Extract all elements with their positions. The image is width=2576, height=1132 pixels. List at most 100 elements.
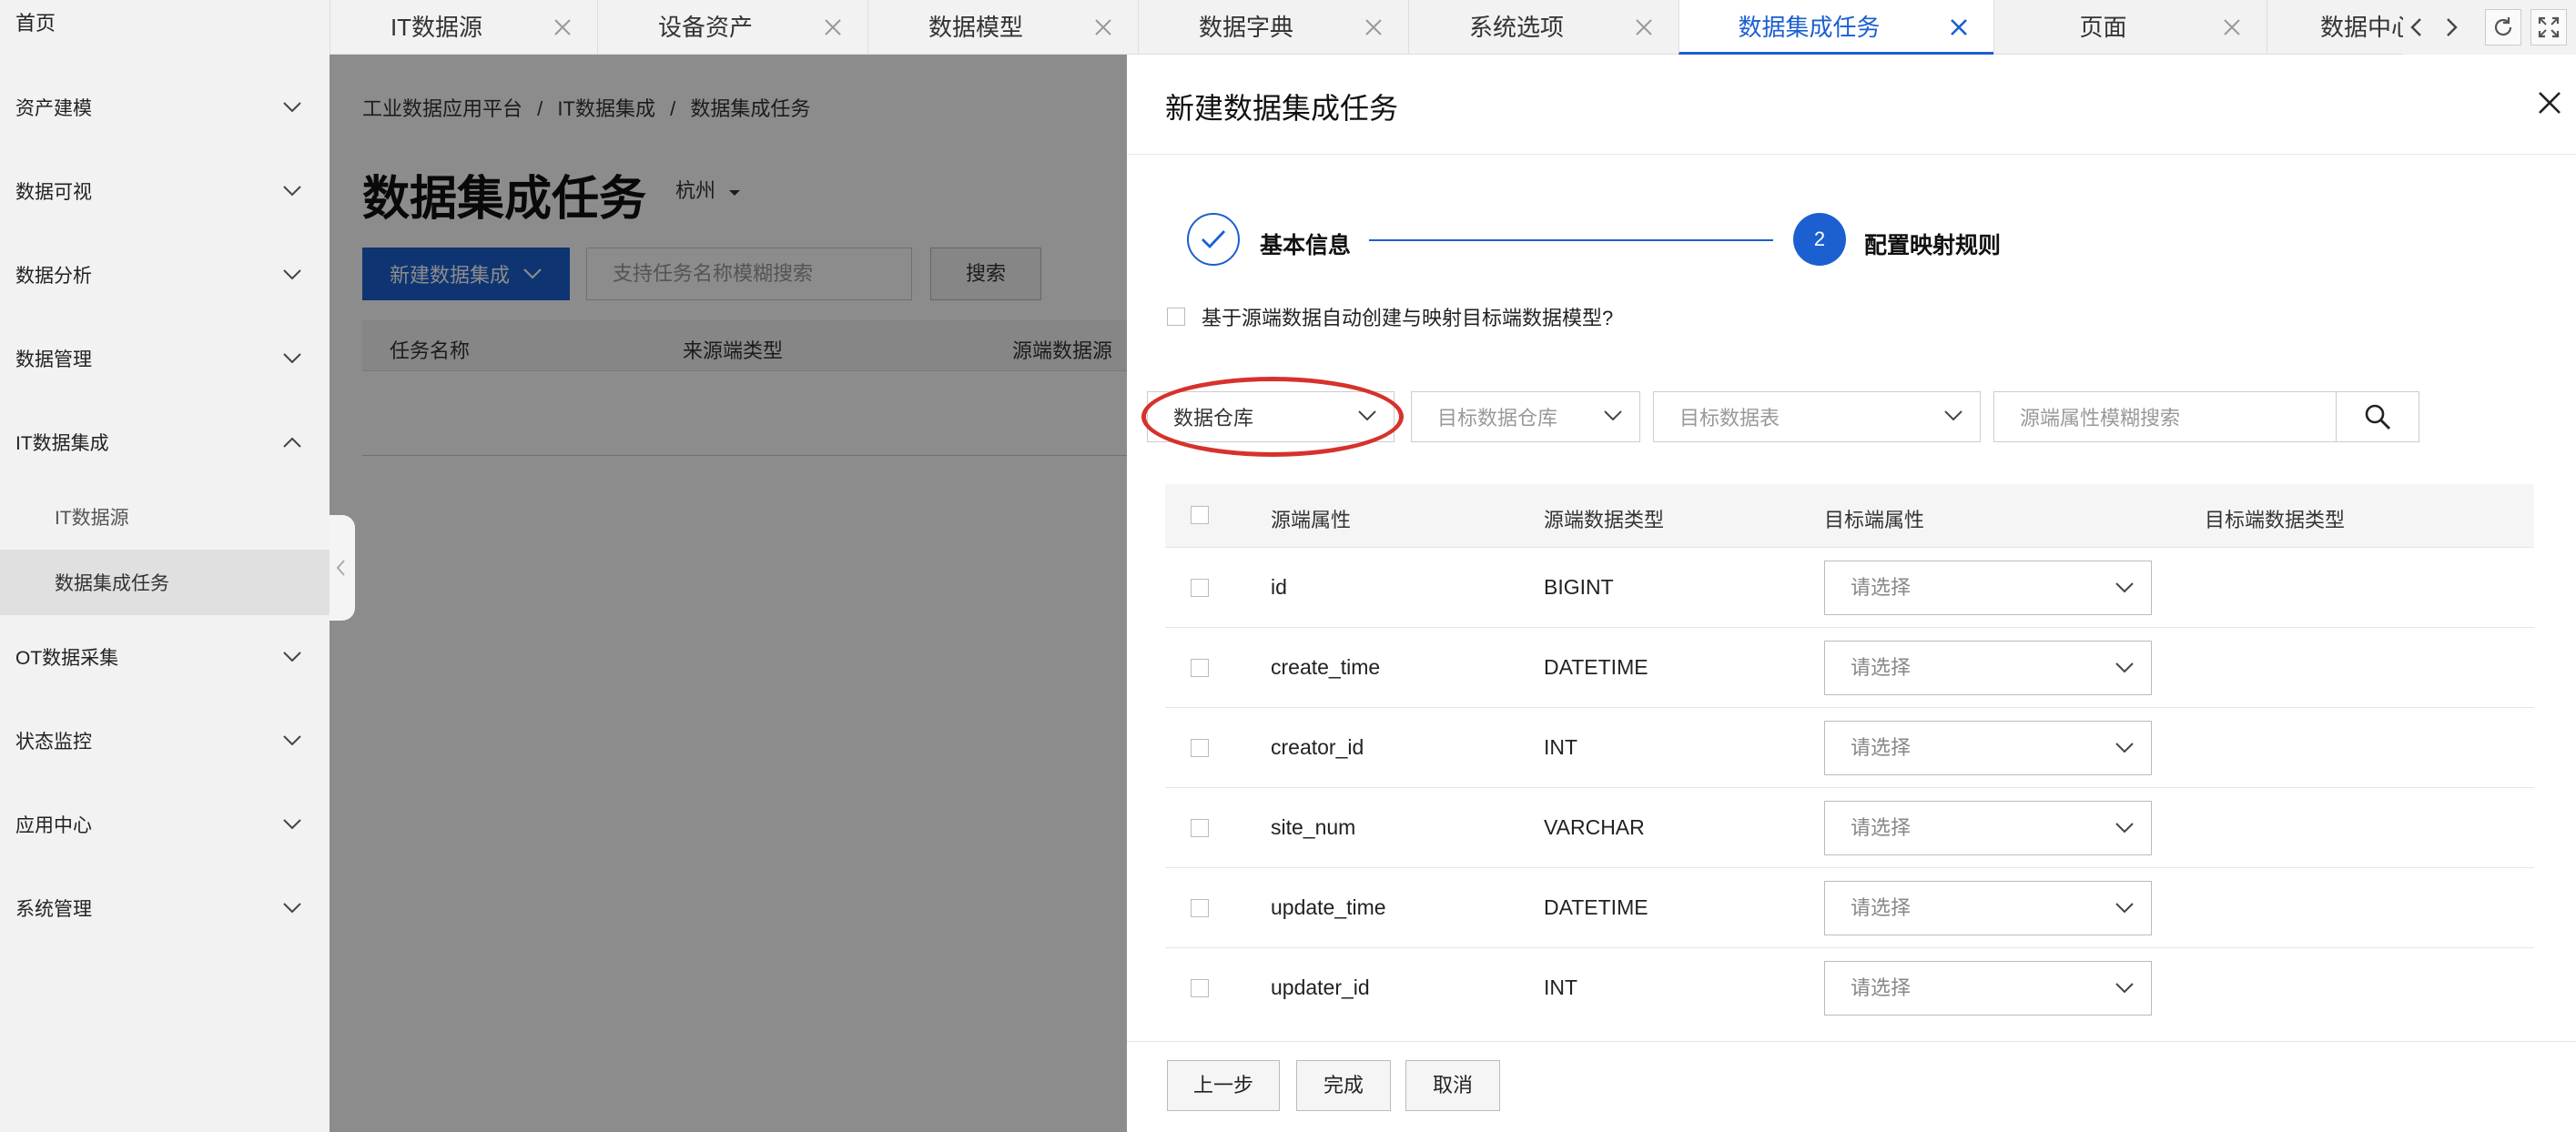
prev-step-button[interactable]: 上一步 — [1167, 1060, 1280, 1111]
close-icon[interactable] — [1950, 18, 1968, 36]
chevron-down-icon — [283, 186, 301, 197]
source-attr: id — [1271, 575, 1287, 599]
auto-create-label: 基于源端数据自动创建与映射目标端数据模型? — [1202, 307, 1614, 329]
target-attr-select[interactable]: 请选择 — [1824, 881, 2152, 935]
sidebar-item-label: 资产建模 — [15, 98, 92, 119]
tab-label: 系统选项 — [1468, 14, 1564, 41]
modal-overlay[interactable] — [330, 55, 1127, 1132]
table-row: updater_id INT 请选择 — [1165, 948, 2534, 1026]
close-icon[interactable] — [553, 18, 572, 36]
app-root: 首页 资产建模 数据可视 数据分析 数据管理 IT数据集成 IT数据源 数据集成… — [0, 0, 2576, 1132]
target-attr-select[interactable]: 请选择 — [1824, 721, 2152, 775]
chevron-down-icon — [2115, 983, 2134, 994]
row-checkbox[interactable] — [1191, 739, 1209, 757]
drawer-content: 基本信息 2 配置映射规则 基于源端数据自动创建与映射目标端数据模型? 数据仓库… — [1127, 55, 2576, 1026]
sidebar-item-it-integration[interactable]: IT数据集成 — [0, 400, 330, 484]
target-warehouse-select[interactable]: 目标数据仓库 — [1411, 391, 1640, 442]
target-attr-select[interactable]: 请选择 — [1824, 801, 2152, 855]
chevron-down-icon — [283, 819, 301, 830]
cancel-button[interactable]: 取消 — [1405, 1060, 1500, 1111]
check-icon — [1202, 230, 1226, 249]
target-warehouse-placeholder: 目标数据仓库 — [1437, 407, 1558, 430]
chevron-down-icon — [2115, 582, 2134, 593]
tab-it-datasource[interactable]: IT数据源 — [330, 0, 597, 55]
auto-create-checkbox[interactable] — [1167, 308, 1185, 326]
chevron-down-icon — [2115, 662, 2134, 673]
chevron-down-icon — [2115, 823, 2134, 834]
sidebar-home[interactable]: 首页 — [0, 0, 330, 55]
chevron-left-icon[interactable] — [2403, 14, 2430, 41]
target-attr-placeholder: 请选择 — [1851, 576, 1912, 599]
target-attr-placeholder: 请选择 — [1851, 736, 1912, 759]
table-row: creator_id INT 请选择 — [1165, 708, 2534, 788]
target-table-select[interactable]: 目标数据表 — [1653, 391, 1981, 442]
column-header: 源端数据类型 — [1544, 509, 1665, 531]
sidebar-item-data-visual[interactable]: 数据可视 — [0, 149, 330, 233]
sidebar-item-data-analysis[interactable]: 数据分析 — [0, 233, 330, 317]
tab-device-asset[interactable]: 设备资产 — [597, 0, 867, 55]
tab-data-model[interactable]: 数据模型 — [867, 0, 1138, 55]
sidebar-subitem-it-datasource[interactable]: IT数据源 — [0, 484, 330, 550]
close-icon[interactable] — [1364, 18, 1383, 36]
select-all-checkbox[interactable] — [1191, 506, 1209, 524]
tab-page[interactable]: 页面 — [1993, 0, 2267, 55]
row-checkbox[interactable] — [1191, 659, 1209, 677]
chevron-up-icon — [283, 437, 301, 448]
source-type: DATETIME — [1544, 895, 1648, 919]
fullscreen-icon — [2538, 16, 2560, 38]
table-row: id BIGINT 请选择 — [1165, 548, 2534, 628]
table-row: create_time DATETIME 请选择 — [1165, 628, 2534, 708]
sidebar-subitem-integration-task[interactable]: 数据集成任务 — [0, 550, 330, 615]
row-checkbox[interactable] — [1191, 899, 1209, 917]
chevron-down-icon — [283, 652, 301, 662]
tab-integration-task[interactable]: 数据集成任务 — [1678, 0, 1993, 55]
sidebar-subitem-label: 数据集成任务 — [55, 573, 169, 594]
step-label: 基本信息 — [1260, 233, 1352, 258]
tab-label: 页面 — [2079, 14, 2127, 41]
sidebar-subitem-label: IT数据源 — [55, 508, 129, 529]
target-attr-select[interactable]: 请选择 — [1824, 961, 2152, 1016]
finish-button[interactable]: 完成 — [1296, 1060, 1391, 1111]
step-indicator: 基本信息 2 配置映射规则 — [1187, 213, 2279, 268]
attr-search-button[interactable] — [2336, 391, 2419, 442]
chevron-down-icon — [283, 269, 301, 280]
close-icon[interactable] — [824, 18, 842, 36]
column-header: 目标端属性 — [1824, 509, 1925, 531]
close-icon[interactable] — [2223, 18, 2241, 36]
sidebar-item-app-center[interactable]: 应用中心 — [0, 783, 330, 866]
refresh-button[interactable] — [2485, 9, 2521, 45]
step-current: 2 — [1793, 213, 1846, 266]
source-type: VARCHAR — [1544, 815, 1645, 839]
chevron-down-icon — [283, 102, 301, 113]
tab-system-options[interactable]: 系统选项 — [1408, 0, 1678, 55]
table-row: update_time DATETIME 请选择 — [1165, 868, 2534, 948]
step-complete — [1187, 213, 1240, 266]
close-icon[interactable] — [1635, 18, 1653, 36]
tab-data-dictionary[interactable]: 数据字典 — [1138, 0, 1408, 55]
sidebar-item-label: OT数据采集 — [15, 648, 119, 669]
auto-create-option[interactable]: 基于源端数据自动创建与映射目标端数据模型? — [1167, 302, 1613, 331]
fullscreen-button[interactable] — [2530, 9, 2567, 45]
sidebar-item-data-management[interactable]: 数据管理 — [0, 317, 330, 400]
row-checkbox[interactable] — [1191, 979, 1209, 997]
source-type-select[interactable]: 数据仓库 — [1147, 391, 1394, 442]
chevron-down-icon — [2115, 743, 2134, 753]
attr-search-input[interactable]: 源端属性模糊搜索 — [1993, 391, 2338, 442]
sidebar-item-system-management[interactable]: 系统管理 — [0, 866, 330, 950]
row-checkbox[interactable] — [1191, 819, 1209, 837]
source-type-value: 数据仓库 — [1173, 407, 1254, 430]
source-attr: creator_id — [1271, 735, 1364, 759]
row-checkbox[interactable] — [1191, 579, 1209, 597]
sidebar-item-label: 数据分析 — [15, 266, 92, 287]
search-icon — [2365, 404, 2390, 430]
target-attr-select[interactable]: 请选择 — [1824, 641, 2152, 695]
sidebar-item-label: 数据管理 — [15, 349, 92, 370]
close-icon[interactable] — [1094, 18, 1112, 36]
target-attr-select[interactable]: 请选择 — [1824, 561, 2152, 615]
chevron-right-icon[interactable] — [2438, 14, 2465, 41]
sidebar-collapse-handle[interactable] — [330, 515, 355, 621]
target-attr-placeholder: 请选择 — [1851, 656, 1912, 679]
sidebar-item-status-monitor[interactable]: 状态监控 — [0, 699, 330, 783]
sidebar-item-ot-collection[interactable]: OT数据采集 — [0, 615, 330, 699]
sidebar-item-asset-modeling[interactable]: 资产建模 — [0, 66, 330, 149]
